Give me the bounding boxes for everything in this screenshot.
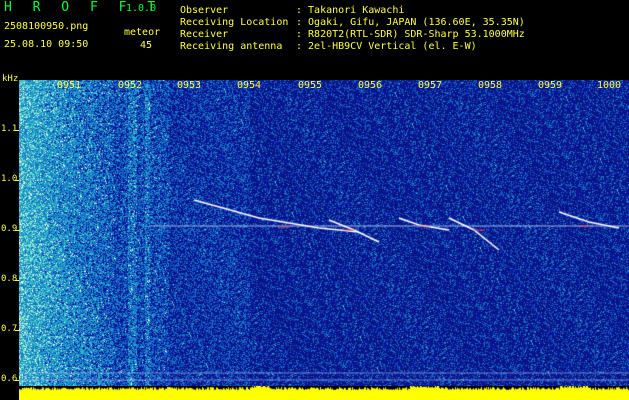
header-panel: H R O F F T 1.0.0 2508100950.png 25.08.1…: [0, 0, 629, 74]
time-tick-label: 0956: [358, 80, 383, 91]
event-count: 45: [140, 40, 153, 51]
frequency-tick-label: 0.6: [1, 374, 18, 384]
time-tick-label: 0953: [177, 80, 202, 91]
time-tick-label: 0958: [478, 80, 503, 91]
frequency-tick-mark: [15, 180, 19, 181]
frequency-tick-mark: [15, 130, 19, 131]
receiver-label: Receiver: [180, 29, 229, 40]
frequency-tick-label: 0.9: [1, 224, 18, 234]
frequency-tick-mark: [15, 280, 19, 281]
capture-datetime: 25.08.10 09:50: [4, 39, 89, 50]
time-tick-label: 1000: [597, 80, 622, 91]
observer-value: : Takanori Kawachi: [296, 5, 405, 16]
frequency-tick-label: 1.1: [1, 124, 18, 134]
time-tick-label: 0951: [57, 80, 82, 91]
time-tick-label: 0959: [538, 80, 563, 91]
spectrogram-waterfall: [19, 80, 629, 386]
antenna-label: Receiving antenna: [180, 41, 283, 52]
app-version: 1.0.0: [126, 3, 157, 14]
time-tick-label: 0952: [118, 80, 143, 91]
antenna-value: : 2el-HB9CV Vertical (el. E-W): [296, 41, 477, 52]
frequency-unit: kHz: [2, 74, 19, 84]
waterfall-canvas: [19, 80, 629, 386]
location-value: : Ogaki, Gifu, JAPAN (136.60E, 35.35N): [296, 17, 525, 28]
time-tick-label: 0955: [298, 80, 323, 91]
signal-power-bar: [19, 386, 629, 400]
time-tick-label: 0957: [418, 80, 443, 91]
location-label: Receiving Location: [180, 17, 289, 28]
receiver-value: : R820T2(RTL-SDR) SDR-Sharp 53.1000MHz: [296, 29, 525, 40]
file-name: 2508100950.png: [4, 21, 89, 32]
frequency-tick-label: 0.8: [1, 274, 18, 284]
time-tick-label: 0954: [237, 80, 262, 91]
frequency-tick-mark: [15, 230, 19, 231]
frequency-tick-mark: [15, 380, 19, 381]
observer-label: Observer: [180, 5, 229, 16]
event-type: meteor: [124, 27, 161, 38]
frequency-tick-mark: [15, 330, 19, 331]
frequency-tick-label: 1.0: [1, 174, 18, 184]
frequency-tick-label: 0.7: [1, 324, 18, 334]
